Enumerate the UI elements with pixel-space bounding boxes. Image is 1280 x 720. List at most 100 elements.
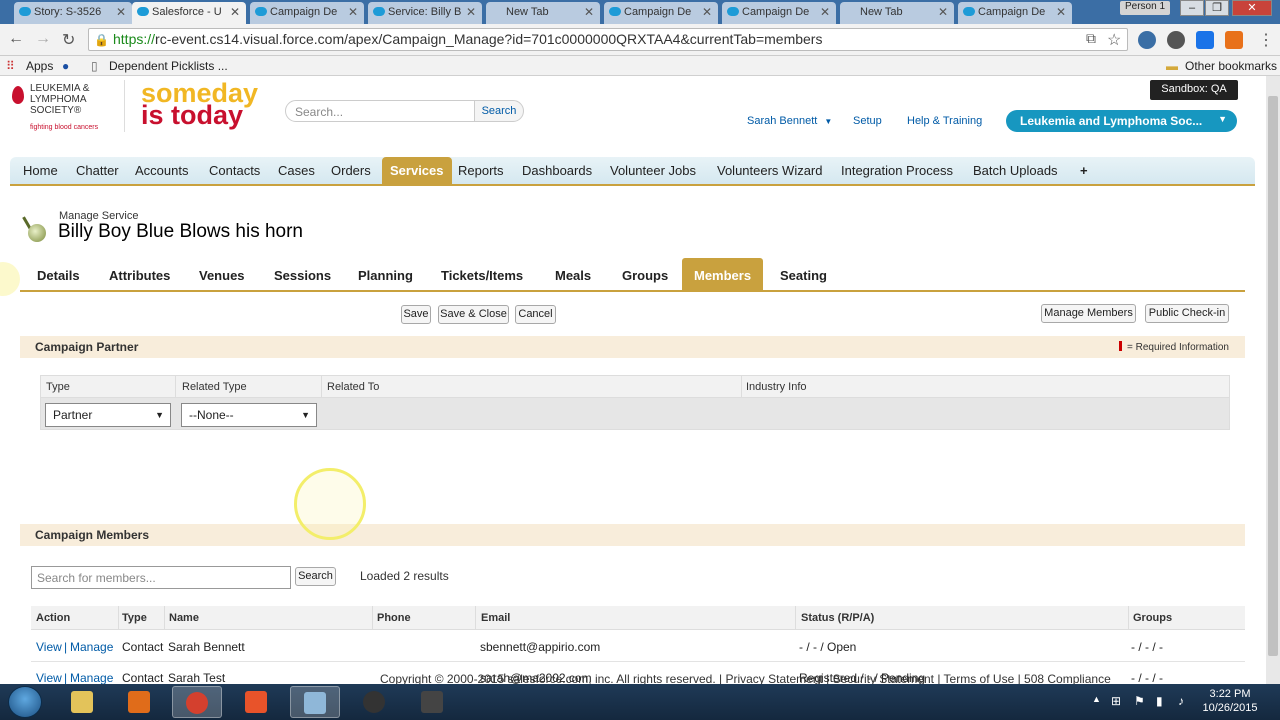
scrollbar-thumb[interactable] — [1268, 96, 1278, 656]
tab-planning[interactable]: Planning — [358, 268, 413, 283]
manage-members-button[interactable]: Manage Members — [1041, 304, 1136, 323]
power-icon[interactable] — [1167, 31, 1185, 49]
close-icon[interactable]: ✕ — [1056, 5, 1066, 19]
browser-tab-new[interactable]: New Tab ✕ — [486, 2, 600, 24]
taskbar-explorer[interactable] — [58, 686, 108, 718]
tab-groups[interactable]: Groups — [622, 268, 668, 283]
menu-icon[interactable]: ⋮ — [1258, 30, 1274, 50]
taskbar-media[interactable] — [115, 686, 165, 718]
minimize-button[interactable]: – — [1180, 0, 1204, 16]
main-nav: Home Chatter Accounts Contacts Cases Ord… — [10, 157, 1255, 186]
nav-home[interactable]: Home — [23, 163, 58, 178]
forward-icon[interactable]: → — [35, 30, 51, 48]
close-icon[interactable]: ✕ — [584, 5, 594, 19]
maximize-button[interactable]: ❐ — [1205, 0, 1229, 16]
member-search-input[interactable]: Search for members... — [31, 566, 291, 589]
public-checkin-button[interactable]: Public Check-in — [1145, 304, 1229, 323]
manage-link[interactable]: Manage — [70, 671, 113, 685]
user-menu[interactable]: Sarah Bennett ▼ — [747, 115, 832, 127]
close-icon[interactable]: ✕ — [116, 5, 126, 19]
close-icon[interactable]: ✕ — [820, 5, 830, 19]
tab-venues[interactable]: Venues — [199, 268, 245, 283]
cancel-button[interactable]: Cancel — [515, 305, 556, 324]
view-link[interactable]: View — [36, 640, 62, 654]
browser-tab-campaign[interactable]: Campaign De ✕ — [250, 2, 364, 24]
reload-icon[interactable]: ↻ — [62, 30, 75, 50]
nav-batch-uploads[interactable]: Batch Uploads — [973, 163, 1058, 178]
browser-tab-new-2[interactable]: New Tab ✕ — [840, 2, 954, 24]
close-icon[interactable]: ✕ — [938, 5, 948, 19]
taskbar-som[interactable] — [408, 686, 458, 718]
extension-icon[interactable] — [1225, 31, 1243, 49]
tab-attributes[interactable]: Attributes — [109, 268, 170, 283]
close-window-button[interactable]: ✕ — [1232, 0, 1272, 16]
taskbar-recorder[interactable] — [350, 686, 400, 718]
close-icon[interactable]: ✕ — [230, 5, 240, 19]
save-close-button[interactable]: Save & Close — [438, 305, 509, 324]
help-link[interactable]: Help & Training — [907, 115, 982, 127]
nav-orders[interactable]: Orders — [331, 163, 371, 178]
tab-sessions[interactable]: Sessions — [274, 268, 331, 283]
nav-contacts[interactable]: Contacts — [209, 163, 260, 178]
manage-link[interactable]: Manage — [70, 640, 113, 654]
bookmark-dependent-picklists[interactable]: Dependent Picklists ... — [109, 59, 228, 73]
back-icon[interactable]: ← — [8, 30, 24, 48]
taskbar-notepad[interactable] — [290, 686, 340, 718]
global-search-input[interactable]: Search... — [285, 100, 475, 122]
nav-integration-process[interactable]: Integration Process — [841, 163, 953, 178]
star-icon[interactable]: ☆ — [1107, 30, 1121, 50]
tray-expand-icon[interactable]: ▲ — [1092, 694, 1101, 704]
app-menu[interactable]: Leukemia and Lymphoma Soc... ▼ — [1006, 110, 1237, 132]
setup-link[interactable]: Setup — [853, 115, 882, 127]
flag-icon[interactable]: ⚑ — [1134, 694, 1145, 708]
salesforce-icon — [373, 7, 385, 16]
nav-accounts[interactable]: Accounts — [135, 163, 188, 178]
nav-volunteer-jobs[interactable]: Volunteer Jobs — [610, 163, 696, 178]
nav-services[interactable]: Services — [382, 157, 452, 184]
member-search-button[interactable]: Search — [295, 567, 336, 586]
tab-details[interactable]: Details — [37, 268, 80, 283]
tab-meals[interactable]: Meals — [555, 268, 591, 283]
nav-reports[interactable]: Reports — [458, 163, 504, 178]
close-icon[interactable]: ✕ — [348, 5, 358, 19]
nav-volunteers-wizard[interactable]: Volunteers Wizard — [717, 163, 823, 178]
docs-icon[interactable] — [1196, 31, 1214, 49]
apps-icon[interactable]: ⠿ — [6, 59, 15, 73]
network-icon[interactable]: ▮ — [1156, 694, 1163, 708]
bookmark-apps[interactable]: Apps — [26, 59, 53, 73]
nav-chatter[interactable]: Chatter — [76, 163, 119, 178]
related-type-select[interactable]: --None-- ▼ — [181, 403, 317, 427]
tab-members[interactable]: Members — [682, 258, 764, 290]
taskbar-chrome[interactable] — [172, 686, 222, 718]
browser-tab-service[interactable]: Service: Billy B ✕ — [368, 2, 482, 24]
nav-dashboards[interactable]: Dashboards — [522, 163, 592, 178]
browser-tab-salesforce[interactable]: Salesforce - U ✕ — [132, 2, 246, 24]
global-search-button[interactable]: Search — [474, 100, 524, 122]
volume-icon[interactable]: ♪ — [1178, 694, 1184, 708]
nav-add-tab[interactable]: + — [1080, 163, 1088, 178]
taskbar-clock[interactable]: 3:22 PM 10/26/2015 — [1200, 687, 1260, 715]
lls-logo[interactable]: LEUKEMIA & LYMPHOMA SOCIETY® fighting bl… — [10, 82, 122, 132]
windows-icon[interactable]: ⊞ — [1111, 694, 1121, 708]
close-icon[interactable]: ✕ — [466, 5, 476, 19]
translate-icon[interactable]: ⧉ — [1086, 30, 1096, 47]
profile-button[interactable]: Person 1 — [1120, 1, 1170, 15]
nav-cases[interactable]: Cases — [278, 163, 315, 178]
tab-seating[interactable]: Seating — [780, 268, 827, 283]
browser-tab-campaign-2[interactable]: Campaign De ✕ — [604, 2, 718, 24]
campaign-members-header: Campaign Members — [20, 524, 1245, 546]
start-button[interactable] — [8, 686, 42, 718]
save-button[interactable]: Save — [401, 305, 431, 324]
url-input[interactable]: 🔒 https://rc-event.cs14.visual.force.com/… — [88, 28, 1128, 51]
page-scrollbar[interactable] — [1266, 76, 1280, 684]
browser-tab-campaign-3[interactable]: Campaign De ✕ — [722, 2, 836, 24]
view-link[interactable]: View — [36, 671, 62, 685]
close-icon[interactable]: ✕ — [702, 5, 712, 19]
bookmark-other[interactable]: Other bookmarks — [1185, 59, 1277, 73]
type-select[interactable]: Partner ▼ — [45, 403, 171, 427]
browser-tab-story[interactable]: Story: S-3526 ✕ — [14, 2, 132, 24]
tab-tickets-items[interactable]: Tickets/Items — [441, 268, 523, 283]
taskbar-apps[interactable] — [232, 686, 282, 718]
browser-tab-campaign-4[interactable]: Campaign De ✕ — [958, 2, 1072, 24]
extension-icon[interactable] — [1138, 31, 1156, 49]
